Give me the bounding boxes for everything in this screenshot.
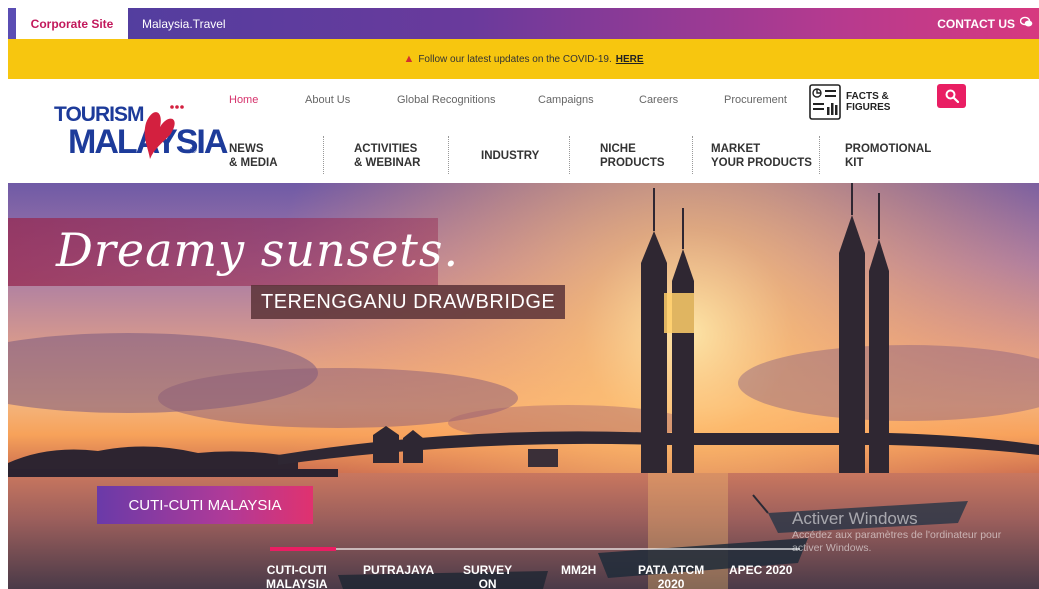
nav-market-l1: MARKET: [711, 143, 761, 155]
cuti-cuti-malaysia-button[interactable]: CUTI-CUTI MALAYSIA: [97, 486, 313, 524]
nav-news-media-l2: & MEDIA: [229, 157, 278, 169]
nav-promo-l2: KIT: [845, 157, 864, 169]
covid-here-link[interactable]: HERE: [616, 54, 644, 65]
nav-market-l2: YOUR PRODUCTS: [711, 157, 812, 169]
nav-market-your-products[interactable]: MARKET YOUR PRODUCTS: [711, 142, 812, 170]
nav-activities-webinar[interactable]: ACTIVITIES & WEBINAR: [354, 142, 420, 170]
search-icon: [945, 89, 959, 103]
slider-track: [270, 548, 800, 550]
site-header: TOURISM MALAYSIA ® Home About Us Global …: [8, 79, 1039, 183]
nav-about-us[interactable]: About Us: [305, 94, 350, 106]
slide-tab-mm2h[interactable]: MM2H: [561, 563, 596, 577]
nav-activities-l1: ACTIVITIES: [354, 143, 418, 155]
top-bar: Corporate Site Malaysia.Travel CONTACT U…: [8, 8, 1039, 39]
slide-tab-label: MM2H: [561, 563, 597, 577]
slide-tab-label: APEC 2020: [729, 563, 793, 577]
facts-figures-link[interactable]: FACTS & FIGURES: [808, 83, 890, 121]
watermark-line2: activer Windows.: [792, 542, 872, 554]
slide-tab-pata-atcm[interactable]: PATA ATCM 2020: [638, 563, 704, 589]
slide-tab-label: CUTI-CUTI: [266, 563, 327, 577]
nav-global-recognitions[interactable]: Global Recognitions: [397, 94, 495, 106]
nav-home[interactable]: Home: [229, 94, 258, 106]
slide-tab-cuti-cuti-malaysia[interactable]: CUTI-CUTI MALAYSIA: [266, 563, 328, 589]
secondary-nav: NEWS & MEDIA ACTIVITIES & WEBINAR INDUST…: [223, 134, 1003, 174]
logo-flower-mark: [144, 105, 184, 159]
corporate-site-tab[interactable]: Corporate Site: [8, 8, 128, 39]
slider-active-indicator: [270, 547, 336, 551]
search-button[interactable]: [937, 84, 966, 108]
nav-news-media[interactable]: NEWS & MEDIA: [229, 142, 278, 170]
slide-tab-label: PATA ATCM: [638, 563, 705, 577]
nav-news-media-l1: NEWS: [229, 143, 264, 155]
facts-label-line1: FACTS &: [846, 91, 889, 102]
contact-us-link[interactable]: CONTACT US: [937, 8, 1033, 39]
windows-activation-watermark: Activer Windows Accédez aux paramètres d…: [792, 509, 1001, 555]
hero-banner[interactable]: Dreamy sunsets. TERENGGANU DRAWBRIDGE CU…: [8, 183, 1039, 589]
hero-headline: Dreamy sunsets.: [56, 223, 460, 277]
slide-tab-apec-2020[interactable]: APEC 2020: [729, 563, 792, 577]
malaysia-travel-tab[interactable]: Malaysia.Travel: [142, 8, 226, 39]
slide-tab-label: PUTRAJAYA: [363, 563, 435, 577]
nav-industry-l1: INDUSTRY: [481, 150, 540, 162]
nav-promo-l1: PROMOTIONAL: [845, 143, 932, 155]
slide-tab-label: MALAYSIA: [266, 577, 328, 589]
nav-industry[interactable]: INDUSTRY: [481, 149, 539, 163]
covid-banner-text: Follow our latest updates on the COVID-1…: [418, 53, 612, 65]
slide-tab-survey[interactable]: SURVEY ON: [463, 563, 512, 589]
nav-activities-l2: & WEBINAR: [354, 157, 421, 169]
nav-procurement[interactable]: Procurement: [724, 94, 787, 106]
hero-subtag: TERENGGANU DRAWBRIDGE: [251, 285, 566, 319]
tourism-malaysia-logo[interactable]: TOURISM MALAYSIA ®: [50, 97, 228, 167]
watermark-line1: Accédez aux paramètres de l'ordinateur p…: [792, 529, 1002, 541]
nav-niche-l1: NICHE: [600, 143, 636, 155]
primary-nav: Home About Us Global Recognitions Campai…: [223, 91, 823, 113]
slide-tab-label: 2020: [657, 577, 685, 589]
contact-us-label: CONTACT US: [937, 16, 1015, 31]
covid-banner: ▲ Follow our latest updates on the COVID…: [8, 39, 1039, 79]
slide-tab-label: ON: [478, 577, 497, 589]
nav-careers[interactable]: Careers: [639, 94, 678, 106]
nav-niche-l2: PRODUCTS: [600, 157, 665, 169]
nav-promotional-kit[interactable]: PROMOTIONAL KIT: [845, 142, 931, 170]
facts-figures-icon: [809, 84, 841, 120]
warning-icon: ▲: [403, 53, 415, 65]
nav-campaigns[interactable]: Campaigns: [538, 94, 594, 106]
facts-label-line2: FIGURES: [846, 102, 891, 113]
slide-tab-putrajaya[interactable]: PUTRAJAYA: [363, 563, 434, 577]
registered-mark: ®: [190, 145, 197, 155]
watermark-title: Activer Windows: [792, 509, 918, 528]
nav-niche-products[interactable]: NICHE PRODUCTS: [600, 142, 665, 170]
chat-bubble-icon: [1019, 16, 1033, 31]
slide-tab-label: SURVEY: [463, 563, 513, 577]
